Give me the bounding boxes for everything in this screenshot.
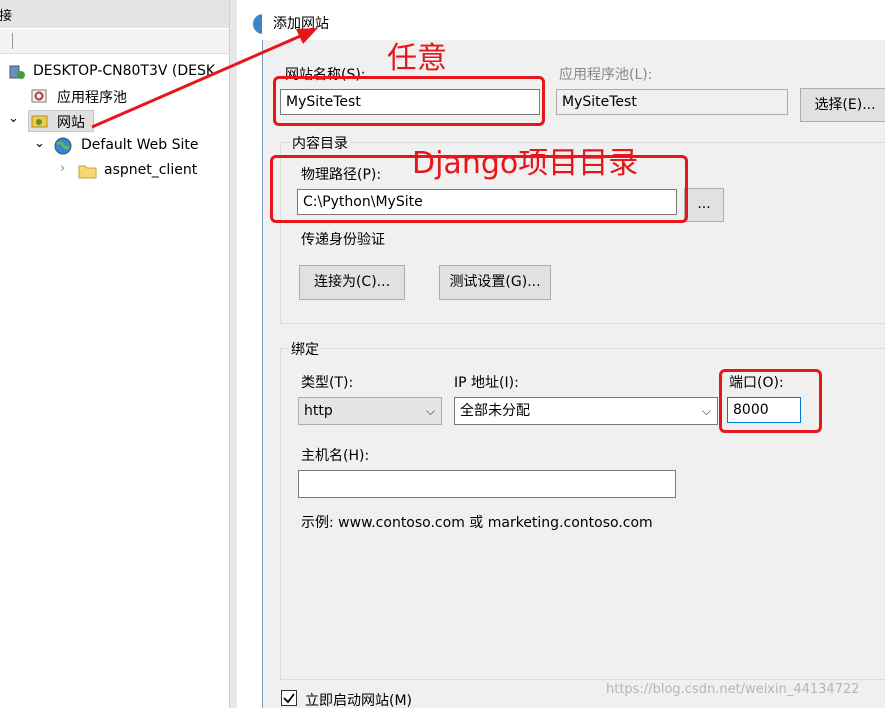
watermark: https://blog.csdn.net/weixin_44134722 xyxy=(606,682,860,697)
annotation-arrow xyxy=(91,28,318,129)
